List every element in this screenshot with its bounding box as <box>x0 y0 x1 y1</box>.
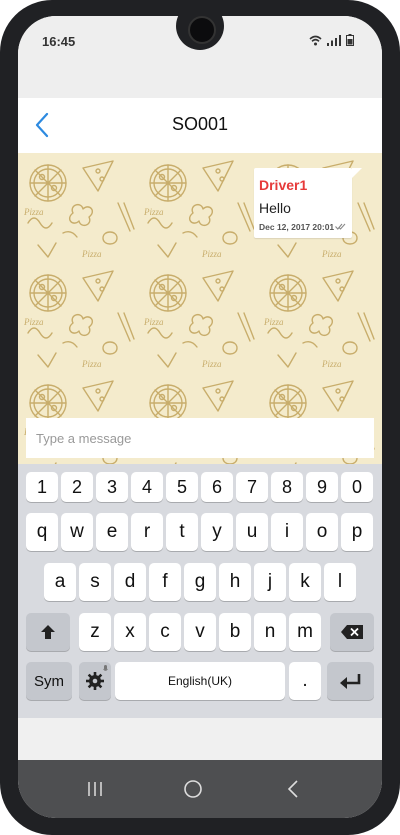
enter-icon <box>339 674 360 689</box>
signal-icon <box>327 35 341 46</box>
status-icons <box>309 34 354 46</box>
key-0[interactable]: 0 <box>341 472 373 502</box>
read-receipt-icon <box>335 223 346 230</box>
navigation-bar <box>18 760 382 818</box>
key-t[interactable]: t <box>166 513 198 551</box>
key-v[interactable]: v <box>184 613 216 651</box>
recent-apps-icon[interactable] <box>80 774 110 804</box>
key-p[interactable]: p <box>341 513 373 551</box>
key-e[interactable]: e <box>96 513 128 551</box>
key-a[interactable]: a <box>44 563 76 601</box>
sym-key[interactable]: Sym <box>26 662 72 700</box>
key-z[interactable]: z <box>79 613 111 651</box>
backspace-key[interactable] <box>330 613 374 651</box>
key-7[interactable]: 7 <box>236 472 268 502</box>
message-text: Hello <box>259 200 291 216</box>
chat-header: SO001 <box>18 98 382 154</box>
phone-frame: 16:45 SO001 Driver1 Hello Dec 12, 2017 2… <box>0 0 400 835</box>
key-s[interactable]: s <box>79 563 111 601</box>
key-8[interactable]: 8 <box>271 472 303 502</box>
key-o[interactable]: o <box>306 513 338 551</box>
mic-icon <box>103 665 108 671</box>
key-g[interactable]: g <box>184 563 216 601</box>
shift-arrow-icon <box>41 625 55 639</box>
shift-key[interactable] <box>26 613 70 651</box>
message-timestamp: Dec 12, 2017 20:01 <box>259 222 346 232</box>
key-u[interactable]: u <box>236 513 268 551</box>
key-r[interactable]: r <box>131 513 163 551</box>
key-x[interactable]: x <box>114 613 146 651</box>
key-i[interactable]: i <box>271 513 303 551</box>
message-input-box[interactable] <box>26 418 374 458</box>
backspace-icon <box>341 625 363 639</box>
screen: 16:45 SO001 Driver1 Hello Dec 12, 2017 2… <box>18 16 382 818</box>
chat-title: SO001 <box>171 114 229 134</box>
chat-area[interactable]: Pizza Pizza Driver1 Hello Dec 12, 2017 2… <box>18 153 382 464</box>
back-icon[interactable] <box>278 774 308 804</box>
front-camera <box>188 16 216 44</box>
key-y[interactable]: y <box>201 513 233 551</box>
key-h[interactable]: h <box>219 563 251 601</box>
space-key[interactable]: English(UK) <box>115 662 285 700</box>
key-q[interactable]: q <box>26 513 58 551</box>
key-2[interactable]: 2 <box>61 472 93 502</box>
enter-key[interactable] <box>327 662 374 700</box>
period-key[interactable]: . <box>289 662 321 700</box>
key-1[interactable]: 1 <box>26 472 58 502</box>
key-n[interactable]: n <box>254 613 286 651</box>
key-d[interactable]: d <box>114 563 146 601</box>
message-sender: Driver1 <box>259 177 308 193</box>
key-9[interactable]: 9 <box>306 472 338 502</box>
key-6[interactable]: 6 <box>201 472 233 502</box>
key-k[interactable]: k <box>289 563 321 601</box>
message-bubble[interactable]: Driver1 Hello Dec 12, 2017 20:01 <box>254 168 362 238</box>
key-l[interactable]: l <box>324 563 356 601</box>
key-w[interactable]: w <box>61 513 93 551</box>
keyboard-bottom-area <box>18 718 382 760</box>
key-4[interactable]: 4 <box>131 472 163 502</box>
key-f[interactable]: f <box>149 563 181 601</box>
key-j[interactable]: j <box>254 563 286 601</box>
keyboard: 1 2 3 4 5 6 7 8 9 0 q w e r t y u i o p … <box>18 464 382 718</box>
gear-icon <box>86 672 104 690</box>
wifi-icon <box>309 35 322 46</box>
key-c[interactable]: c <box>149 613 181 651</box>
message-input[interactable] <box>26 418 374 458</box>
status-time: 16:45 <box>42 34 76 49</box>
key-3[interactable]: 3 <box>96 472 128 502</box>
settings-key[interactable] <box>79 662 111 700</box>
battery-icon <box>346 34 354 46</box>
home-icon[interactable] <box>178 774 208 804</box>
key-5[interactable]: 5 <box>166 472 198 502</box>
key-b[interactable]: b <box>219 613 251 651</box>
key-m[interactable]: m <box>289 613 321 651</box>
